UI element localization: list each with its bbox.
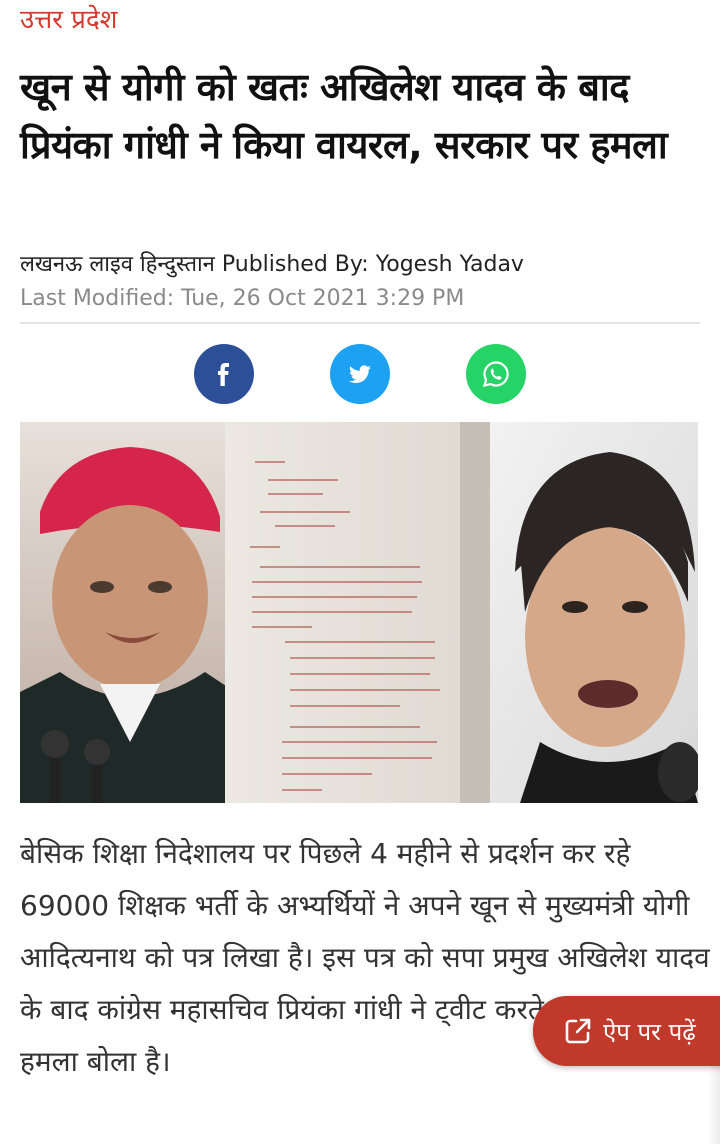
read-in-app-label: ऐप पर पढ़ें [603, 1017, 696, 1046]
whatsapp-share-button[interactable] [466, 344, 526, 404]
external-link-icon [565, 1018, 591, 1044]
last-modified: Last Modified: Tue, 26 Oct 2021 3:29 PM [20, 286, 465, 311]
headline: खून से योगी को खतः अखिलेश यादव के बाद प्… [20, 65, 668, 167]
hero-image [20, 422, 698, 803]
whatsapp-icon [482, 361, 509, 388]
byline: लखनऊ लाइव हिन्दुस्तान Published By: Yoge… [20, 252, 524, 277]
twitter-icon [349, 365, 371, 384]
facebook-icon [218, 363, 229, 386]
facebook-share-button[interactable] [194, 344, 254, 404]
hero-photo-collage [20, 422, 698, 803]
twitter-share-button[interactable] [330, 344, 390, 404]
category-label[interactable]: उत्तर प्रदेश [20, 2, 117, 38]
read-in-app-button[interactable]: ऐप पर पढ़ें [533, 996, 720, 1066]
divider [20, 322, 700, 324]
